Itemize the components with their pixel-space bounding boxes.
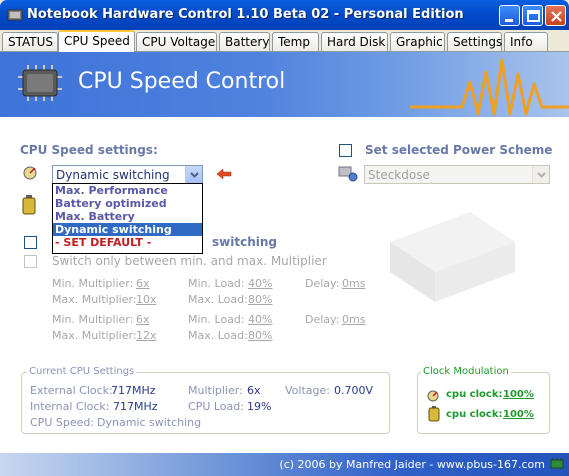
delay-label: Delay: bbox=[305, 313, 340, 326]
clock-modulation-title: Clock Modulation bbox=[421, 366, 511, 377]
tab-graphic[interactable]: Graphic bbox=[390, 32, 445, 51]
voltage-value: 0.700V bbox=[334, 384, 374, 397]
max-load-value[interactable]: 80% bbox=[248, 329, 272, 342]
maximize-button[interactable] bbox=[522, 5, 543, 26]
delay-value[interactable]: 0ms bbox=[342, 313, 365, 326]
cpu-clock-value[interactable]: 100% bbox=[503, 389, 534, 400]
switch-only-checkbox[interactable] bbox=[24, 255, 37, 268]
delay-value[interactable]: 0ms bbox=[342, 277, 365, 290]
power-plug-icon bbox=[338, 166, 358, 182]
power-scheme-select[interactable]: Steckdose bbox=[364, 165, 550, 184]
waveform-graphic bbox=[410, 58, 569, 116]
voltage-label: Voltage: bbox=[285, 384, 330, 397]
max-load-label: Max. Load: bbox=[188, 329, 248, 342]
tab-hard-disk[interactable]: Hard Disk bbox=[321, 32, 388, 51]
external-clock-label: External Clock: bbox=[30, 384, 113, 397]
chevron-down-icon[interactable] bbox=[532, 166, 549, 183]
speed-gauge-icon bbox=[23, 166, 37, 180]
cpu-speed-panel: CPU Speed Control CPU Speed settings: Dy… bbox=[0, 51, 569, 476]
dropdown-option-dynamic-switching[interactable]: Dynamic switching bbox=[53, 223, 202, 236]
footer: (c) 2006 by Manfred Jaider - www.pbus-16… bbox=[0, 453, 569, 476]
cpu-speed-select-value: Dynamic switching bbox=[56, 168, 170, 182]
cpu-speed-dropdown-list: Max. Performance Battery optimized Max. … bbox=[52, 183, 203, 254]
min-load-label: Min. Load: bbox=[188, 277, 245, 290]
max-load-label: Max. Load: bbox=[188, 293, 248, 306]
cpu-speed-label: CPU Speed: bbox=[30, 416, 95, 429]
speed-gauge-icon bbox=[427, 390, 439, 402]
tab-settings[interactable]: Settings bbox=[447, 32, 502, 51]
min-load-value[interactable]: 40% bbox=[248, 313, 272, 326]
battery-icon bbox=[22, 195, 36, 215]
max-multiplier-value[interactable]: 12x bbox=[136, 329, 157, 342]
dropdown-option-max-battery[interactable]: Max. Battery bbox=[53, 210, 202, 223]
clock-modulation-group bbox=[417, 372, 550, 434]
external-clock-value: 717MHz bbox=[111, 384, 156, 397]
min-multiplier-value[interactable]: 6x bbox=[136, 277, 150, 290]
banner: CPU Speed Control bbox=[0, 52, 569, 117]
multiplier-value: 6x bbox=[247, 384, 261, 397]
power-scheme-checkbox[interactable] bbox=[339, 144, 352, 157]
dynamic-switching-checkbox[interactable] bbox=[24, 236, 37, 249]
switch-only-label: Switch only between min. and max. Multip… bbox=[52, 254, 327, 268]
cpu-speed-settings-label: CPU Speed settings: bbox=[20, 143, 158, 157]
dynamic-switching-label: switching bbox=[212, 235, 277, 249]
cpu-load-label: CPU Load: bbox=[188, 400, 244, 413]
minimize-button[interactable] bbox=[499, 5, 520, 26]
tab-cpu-speed[interactable]: CPU Speed bbox=[58, 30, 135, 52]
tab-info[interactable]: Info bbox=[504, 32, 548, 51]
min-load-value[interactable]: 40% bbox=[248, 277, 272, 290]
arrow-left-icon bbox=[216, 168, 232, 180]
maximize-icon bbox=[527, 10, 540, 22]
chip-icon bbox=[550, 458, 564, 469]
battery-icon bbox=[428, 406, 440, 422]
battery-watermark-graphic bbox=[390, 212, 515, 302]
cpu-clock-value[interactable]: 100% bbox=[503, 409, 534, 420]
tab-cpu-voltage[interactable]: CPU Voltage bbox=[136, 32, 217, 51]
cpu-speed-select[interactable]: Dynamic switching bbox=[52, 165, 203, 184]
footer-credits: (c) 2006 by Manfred Jaider - www.pbus-16… bbox=[279, 458, 545, 471]
internal-clock-label: Internal Clock: bbox=[30, 400, 110, 413]
min-multiplier-label: Min. Multiplier: bbox=[52, 313, 134, 326]
tab-battery[interactable]: Battery bbox=[219, 32, 270, 51]
max-multiplier-value[interactable]: 10x bbox=[136, 293, 157, 306]
chevron-down-icon[interactable] bbox=[185, 166, 202, 183]
dropdown-option-set-default[interactable]: - SET DEFAULT - bbox=[53, 236, 202, 249]
window-title: Notebook Hardware Control 1.10 Beta 02 -… bbox=[27, 7, 464, 22]
max-multiplier-label: Max. Multiplier: bbox=[52, 329, 137, 342]
min-multiplier-value[interactable]: 6x bbox=[136, 313, 150, 326]
dropdown-option-battery-optimized[interactable]: Battery optimized bbox=[53, 197, 202, 210]
current-cpu-settings-title: Current CPU Settings bbox=[27, 366, 137, 377]
minimize-icon bbox=[505, 19, 513, 22]
multiplier-label: Multiplier: bbox=[188, 384, 243, 397]
cpu-speed-value: Dynamic switching bbox=[97, 416, 202, 429]
app-icon bbox=[7, 9, 23, 21]
tab-status[interactable]: STATUS bbox=[2, 32, 58, 51]
cpu-load-value: 19% bbox=[247, 400, 272, 413]
tab-bar: STATUS CPU Speed CPU Voltage Battery Tem… bbox=[0, 30, 569, 52]
power-scheme-select-value: Steckdose bbox=[368, 168, 430, 182]
cpu-clock-label: cpu clock: bbox=[446, 389, 503, 400]
dropdown-option-max-performance[interactable]: Max. Performance bbox=[53, 184, 202, 197]
delay-label: Delay: bbox=[305, 277, 340, 290]
min-multiplier-label: Min. Multiplier: bbox=[52, 277, 134, 290]
close-icon bbox=[551, 11, 562, 22]
tab-temp[interactable]: Temp bbox=[272, 32, 319, 51]
max-load-value[interactable]: 80% bbox=[248, 293, 272, 306]
title-bar: Notebook Hardware Control 1.10 Beta 02 -… bbox=[0, 0, 569, 30]
close-button[interactable] bbox=[545, 5, 566, 26]
cpu-clock-label: cpu clock: bbox=[446, 409, 503, 420]
max-multiplier-label: Max. Multiplier: bbox=[52, 293, 137, 306]
internal-clock-value: 717MHz bbox=[113, 400, 158, 413]
power-scheme-label: Set selected Power Scheme bbox=[365, 143, 553, 157]
min-load-label: Min. Load: bbox=[188, 313, 245, 326]
